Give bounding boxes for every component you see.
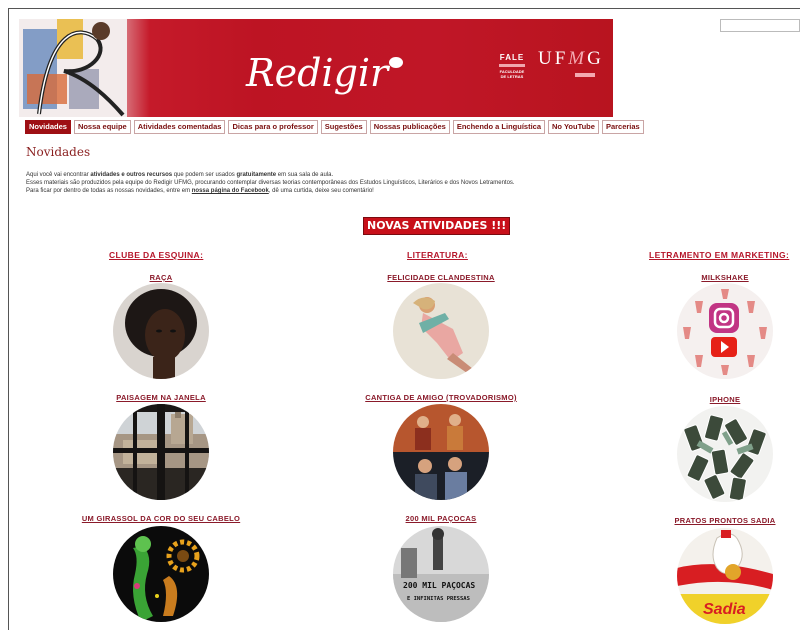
intro-1b: atividades e outros recursos	[90, 172, 173, 178]
intro-line-3: Para ficar por dentro de todas as nossas…	[26, 187, 666, 195]
ufmg-m: M	[568, 48, 588, 69]
item-cantiga-de-amigo-title[interactable]: CANTIGA DE AMIGO (TROVADORISMO)	[365, 393, 517, 402]
tab-sugestoes[interactable]: Sugestões	[320, 120, 367, 134]
graffiti-text-2: E INFINITAS PRESSAS	[407, 596, 470, 602]
item-paisagem-na-janela-thumbnail[interactable]	[113, 404, 209, 500]
search-input[interactable]	[720, 19, 800, 32]
item-pratos-prontos-sadia-title[interactable]: PRATOS PRONTOS SADIA	[674, 516, 775, 525]
tab-parcerias[interactable]: Parcerias	[601, 120, 644, 134]
graffiti-text-1: 200 MIL PAÇOCAS	[403, 581, 475, 590]
category-clube-da-esquina[interactable]: CLUBE DA ESQUINA:	[109, 250, 203, 260]
category-letramento-em-marketing[interactable]: LETRAMENTO EM MARKETING:	[649, 250, 789, 260]
facebook-link[interactable]: nossa página do Facebook	[192, 188, 269, 194]
ufmg-suffix: G	[587, 48, 604, 69]
item-200-mil-pacocas-thumbnail[interactable]: 200 MIL PAÇOCAS E INFINITAS PRESSAS	[393, 526, 489, 622]
item-milkshake-thumbnail[interactable]	[677, 283, 773, 379]
item-felicidade-clandestina-title[interactable]: FELICIDADE CLANDESTINA	[387, 273, 494, 282]
item-um-girassol-thumbnail[interactable]	[113, 526, 209, 622]
category-literatura[interactable]: LITERATURA:	[407, 250, 468, 260]
tab-novidades[interactable]: Novidades	[25, 120, 71, 134]
site-banner[interactable]: Redigir FALE FACULDADE DE LETRAS UFMG	[19, 19, 613, 117]
tab-no-youtube[interactable]: No YouTube	[548, 120, 599, 134]
intro-1d: gratuitamente	[236, 172, 277, 178]
intro-line-1: Aqui você vai encontrar atividades e out…	[26, 171, 666, 179]
intro-text: Aqui você vai encontrar atividades e out…	[26, 171, 666, 195]
ufmg-prefix: UF	[538, 48, 569, 69]
ufmg-logo[interactable]: UFMG	[538, 48, 604, 70]
ufmg-bar	[575, 73, 595, 77]
item-raca-title[interactable]: RAÇA	[150, 273, 173, 282]
tab-enchendo-a-linguistica[interactable]: Enchendo a Linguística	[452, 120, 546, 134]
fale-title: FALE	[499, 53, 525, 62]
item-iphone-thumbnail[interactable]	[677, 406, 773, 502]
tab-dicas-para-o-professor[interactable]: Dicas para o professor	[228, 120, 318, 134]
intro-1a: Aqui você vai encontrar	[26, 172, 91, 178]
fale-subtitle-2: DE LETRAS	[500, 74, 524, 79]
item-iphone-title[interactable]: IPHONE	[710, 395, 741, 404]
item-cantiga-de-amigo-thumbnail[interactable]	[393, 404, 489, 500]
fale-bar	[499, 64, 525, 67]
tab-atividades-comentadas[interactable]: Atividades comentadas	[133, 120, 226, 134]
item-um-girassol-title[interactable]: UM GIRASSOL DA COR DO SEU CABELO	[82, 514, 240, 523]
nav-tabs: Novidades Nossa equipe Atividades coment…	[25, 120, 644, 134]
item-paisagem-na-janela-title[interactable]: PAISAGEM NA JANELA	[116, 393, 206, 402]
item-pratos-prontos-sadia-thumbnail[interactable]: Sadia	[677, 528, 773, 624]
redigir-logo[interactable]: Redigir	[246, 43, 416, 103]
banner-illustration	[19, 19, 127, 117]
intro-1c: que podem ser usados	[172, 172, 237, 178]
fale-logo[interactable]: FALE FACULDADE DE LETRAS	[494, 53, 530, 79]
intro-1e: em sua sala de aula.	[276, 172, 334, 178]
item-milkshake-title[interactable]: MILKSHAKE	[701, 273, 748, 282]
intro-line-2: Esses materiais são produzidos pela equi…	[26, 180, 515, 186]
speech-bubble-icon	[389, 57, 403, 68]
tab-nossa-equipe[interactable]: Nossa equipe	[73, 120, 131, 134]
page-title: Novidades	[26, 145, 91, 159]
intro-3a: Para ficar por dentro de todas as nossas…	[26, 188, 192, 194]
intro-3c: , dê uma curtida, deixe seu comentário!	[268, 188, 374, 194]
tab-nossas-publicacoes[interactable]: Nossas publicações	[369, 120, 450, 134]
logo-text: Redigir	[246, 51, 389, 95]
item-raca-thumbnail[interactable]	[113, 283, 209, 379]
item-200-mil-pacocas-title[interactable]: 200 MIL PAÇOCAS	[406, 514, 477, 523]
news-heading: NOVAS ATIVIDADES !!!	[363, 217, 511, 235]
item-felicidade-clandestina-thumbnail[interactable]	[393, 283, 489, 379]
sadia-logo-text: Sadia	[703, 601, 746, 618]
